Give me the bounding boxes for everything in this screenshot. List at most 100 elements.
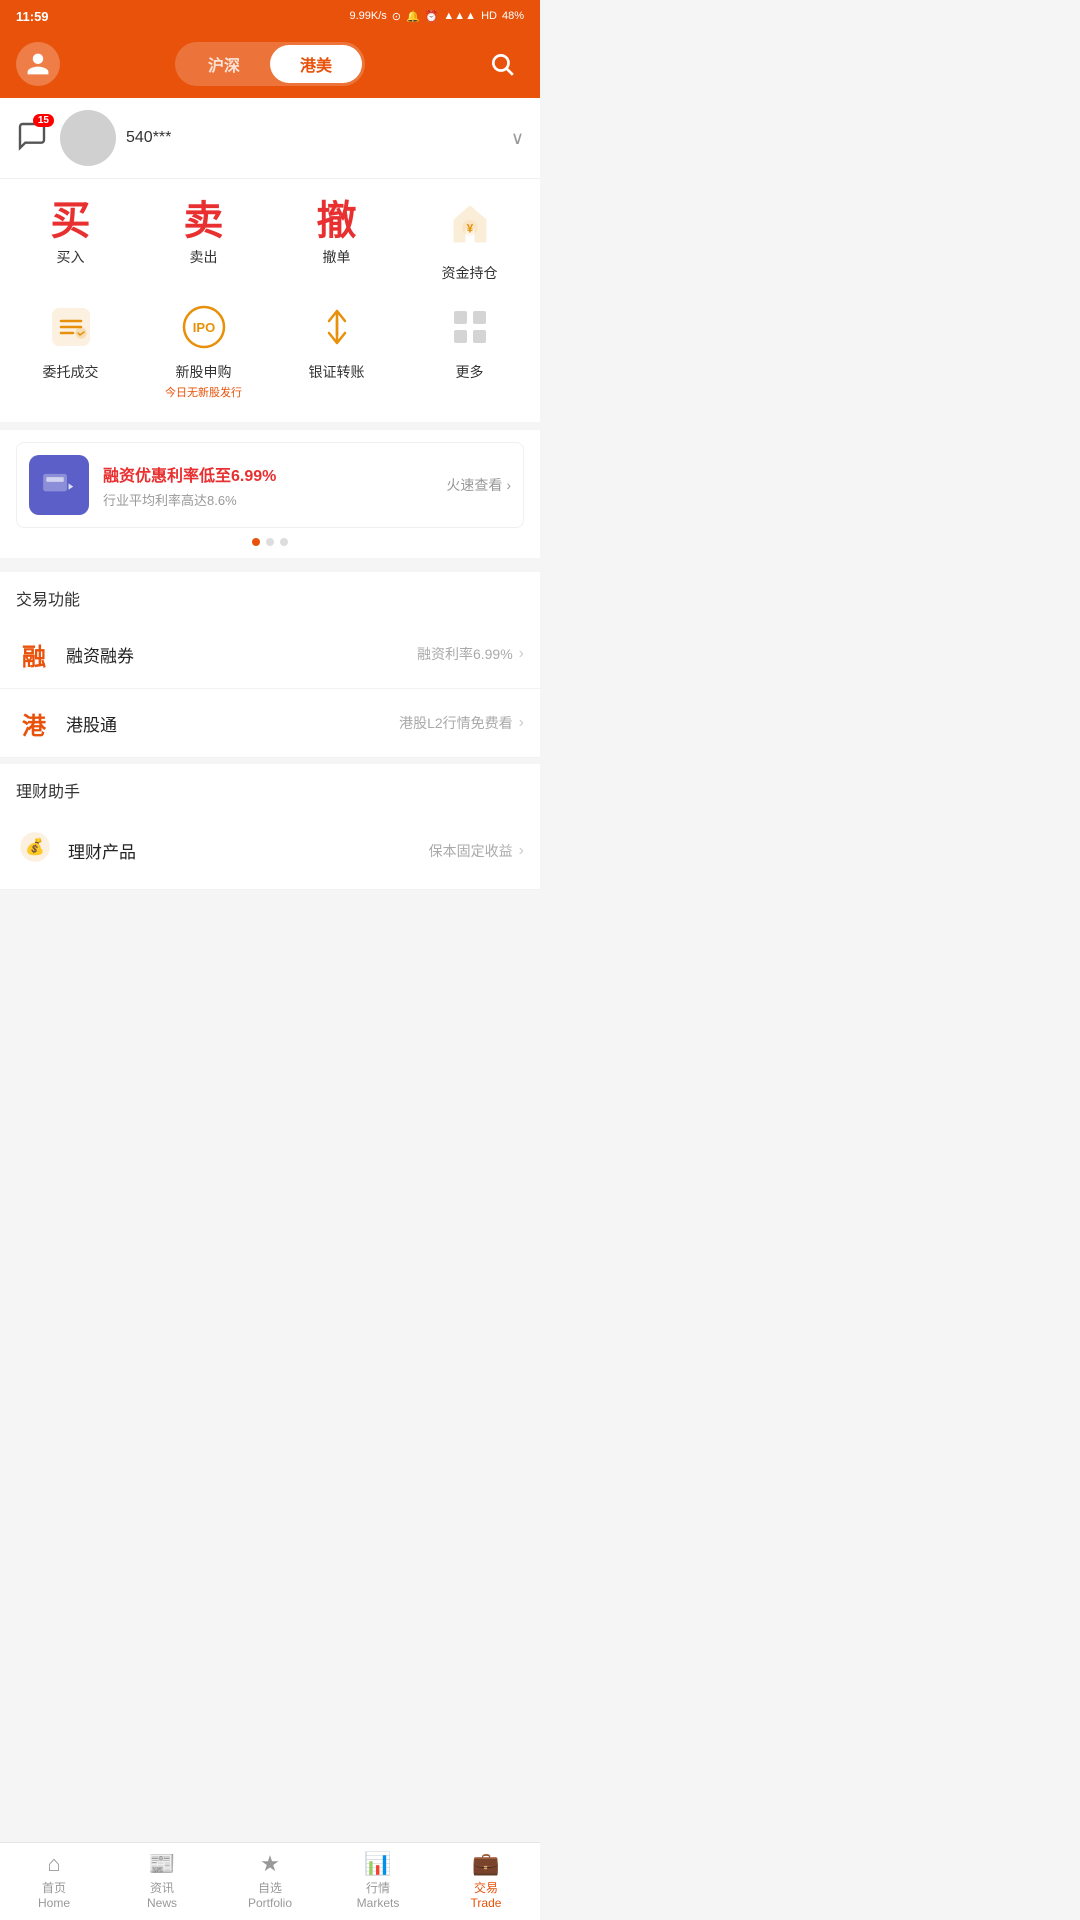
status-right: 9.99K/s ⊙ 🔔 ⏰ ▲▲▲ HD 48% <box>349 10 524 23</box>
home-nav-label-en: Home <box>38 1896 70 1910</box>
ipo-sublabel: 今日无新股发行 <box>165 384 242 400</box>
orders-label: 委托成交 <box>43 362 99 382</box>
action-assets[interactable]: ¥ 资金持仓 <box>407 195 532 289</box>
cancel-label: 撤单 <box>323 247 351 267</box>
action-ipo[interactable]: IPO 新股申购 今日无新股发行 <box>141 297 266 406</box>
feature-hk-connect[interactable]: 港 港股通 港股L2行情免费看 › <box>0 689 540 758</box>
status-battery: 48% <box>502 10 524 22</box>
margin-arrow-icon: › <box>519 645 524 663</box>
action-buy[interactable]: 买 买入 <box>8 195 133 289</box>
promo-icon <box>29 455 89 515</box>
action-sell[interactable]: 卖 卖出 <box>141 195 266 289</box>
trade-nav-label-en: Trade <box>471 1896 502 1910</box>
trading-features-list: 融 融资融券 融资利率6.99% › 港 港股通 港股L2行情免费看 › <box>0 620 540 758</box>
action-more[interactable]: 更多 <box>407 297 532 406</box>
action-cancel-order[interactable]: 撤 撤单 <box>274 195 399 289</box>
financial-helper-header: 理财助手 <box>0 758 540 812</box>
margin-badge: 融 <box>16 636 52 672</box>
wealth-name: 理财产品 <box>68 838 429 863</box>
hk-name: 港股通 <box>66 711 399 736</box>
financial-helper-list: 💰 理财产品 保本固定收益 › <box>0 812 540 890</box>
promo-arrow-icon: › <box>506 477 511 493</box>
promo-dots <box>16 538 524 546</box>
assets-icon: ¥ <box>447 201 493 257</box>
notification-wrap[interactable]: 15 <box>16 120 48 157</box>
news-nav-label: 资讯 <box>150 1879 174 1896</box>
account-chevron-icon: ∨ <box>511 128 524 149</box>
promo-highlight: 6.99% <box>231 468 276 485</box>
hk-badge: 港 <box>16 705 52 741</box>
home-nav-label: 首页 <box>42 1879 66 1896</box>
status-hd-label: HD <box>481 10 497 22</box>
status-network: 9.99K/s <box>349 10 386 22</box>
promo-section: 融资优惠利率低至6.99% 行业平均利率高达8.6% 火速查看 › <box>0 430 540 558</box>
search-button[interactable] <box>480 42 524 86</box>
trade-nav-label: 交易 <box>474 1879 498 1896</box>
status-mute-icon: 🔔 <box>406 10 420 23</box>
markets-nav-label: 行情 <box>366 1879 390 1896</box>
hk-desc: 港股L2行情免费看 <box>399 713 513 733</box>
margin-name: 融资融券 <box>66 642 417 667</box>
sell-label: 卖出 <box>190 247 218 267</box>
assets-label: 资金持仓 <box>442 263 498 283</box>
ipo-label: 新股申购 <box>176 362 232 382</box>
sell-icon: 卖 <box>184 201 224 241</box>
promo-title: 融资优惠利率低至6.99% <box>103 462 446 486</box>
tab-shanghai-shenzhen[interactable]: 沪深 <box>178 45 270 83</box>
account-section[interactable]: 15 540*** ∨ <box>0 98 540 179</box>
promo-action-label: 火速查看 <box>446 475 502 495</box>
buy-label: 买入 <box>57 247 85 267</box>
trading-features-header: 交易功能 <box>0 566 540 620</box>
action-orders[interactable]: 委托成交 <box>8 297 133 406</box>
trade-nav-icon: 💼 <box>472 1851 499 1877</box>
promo-dot-1 <box>252 538 260 546</box>
transfer-icon <box>313 303 361 356</box>
account-avatar <box>60 110 116 166</box>
promo-dot-3 <box>280 538 288 546</box>
promo-action[interactable]: 火速查看 › <box>446 475 511 495</box>
status-alarm-icon: ⏰ <box>425 10 439 23</box>
promo-dot-2 <box>266 538 274 546</box>
nav-trade[interactable]: 💼 交易 Trade <box>432 1851 540 1910</box>
promo-content: 融资优惠利率低至6.99% 行业平均利率高达8.6% <box>103 462 446 509</box>
wealth-arrow-icon: › <box>519 842 524 860</box>
promo-subtitle: 行业平均利率高达8.6% <box>103 490 446 509</box>
portfolio-nav-label: 自选 <box>258 1879 282 1896</box>
account-name: 540*** <box>126 129 171 147</box>
portfolio-nav-label-en: Portfolio <box>248 1896 292 1910</box>
status-signal-icon: ▲▲▲ <box>443 10 476 22</box>
more-label: 更多 <box>456 362 484 382</box>
margin-desc: 融资利率6.99% <box>417 644 513 664</box>
markets-nav-label-en: Markets <box>357 1896 400 1910</box>
app-header: 沪深 港美 <box>0 32 540 98</box>
orders-icon <box>47 303 95 356</box>
svg-text:IPO: IPO <box>192 320 214 335</box>
feature-wealth-management[interactable]: 💰 理财产品 保本固定收益 › <box>0 812 540 890</box>
news-nav-label-en: News <box>147 1896 177 1910</box>
svg-text:¥: ¥ <box>466 224 473 236</box>
wealth-desc: 保本固定收益 <box>429 841 513 861</box>
status-wifi-icon: ⊙ <box>392 10 401 23</box>
nav-news[interactable]: 📰 资讯 News <box>108 1851 216 1910</box>
status-time: 11:59 <box>16 9 49 24</box>
promo-title-text: 融资优惠利率低至 <box>103 468 231 485</box>
quick-actions-grid: 买 买入 卖 卖出 撤 撤单 ¥ 资金持仓 <box>0 179 540 422</box>
promo-card[interactable]: 融资优惠利率低至6.99% 行业平均利率高达8.6% 火速查看 › <box>16 442 524 528</box>
wealth-icon: 💰 <box>16 828 54 873</box>
ipo-icon: IPO <box>180 303 228 356</box>
portfolio-nav-icon: ★ <box>260 1851 280 1877</box>
nav-markets[interactable]: 📊 行情 Markets <box>324 1851 432 1910</box>
nav-portfolio[interactable]: ★ 自选 Portfolio <box>216 1851 324 1910</box>
bottom-navigation: ⌂ 首页 Home 📰 资讯 News ★ 自选 Portfolio 📊 行情 … <box>0 1842 540 1920</box>
home-nav-icon: ⌂ <box>47 1851 60 1877</box>
status-bar: 11:59 9.99K/s ⊙ 🔔 ⏰ ▲▲▲ HD 48% <box>0 0 540 32</box>
svg-text:💰: 💰 <box>25 837 45 856</box>
nav-home[interactable]: ⌂ 首页 Home <box>0 1851 108 1910</box>
notification-badge: 15 <box>33 114 54 127</box>
action-transfer[interactable]: 银证转账 <box>274 297 399 406</box>
more-icon <box>446 303 494 356</box>
feature-margin-trading[interactable]: 融 融资融券 融资利率6.99% › <box>0 620 540 689</box>
tab-hong-kong-usa[interactable]: 港美 <box>270 45 362 83</box>
news-nav-icon: 📰 <box>148 1851 175 1877</box>
avatar-button[interactable] <box>16 42 60 86</box>
